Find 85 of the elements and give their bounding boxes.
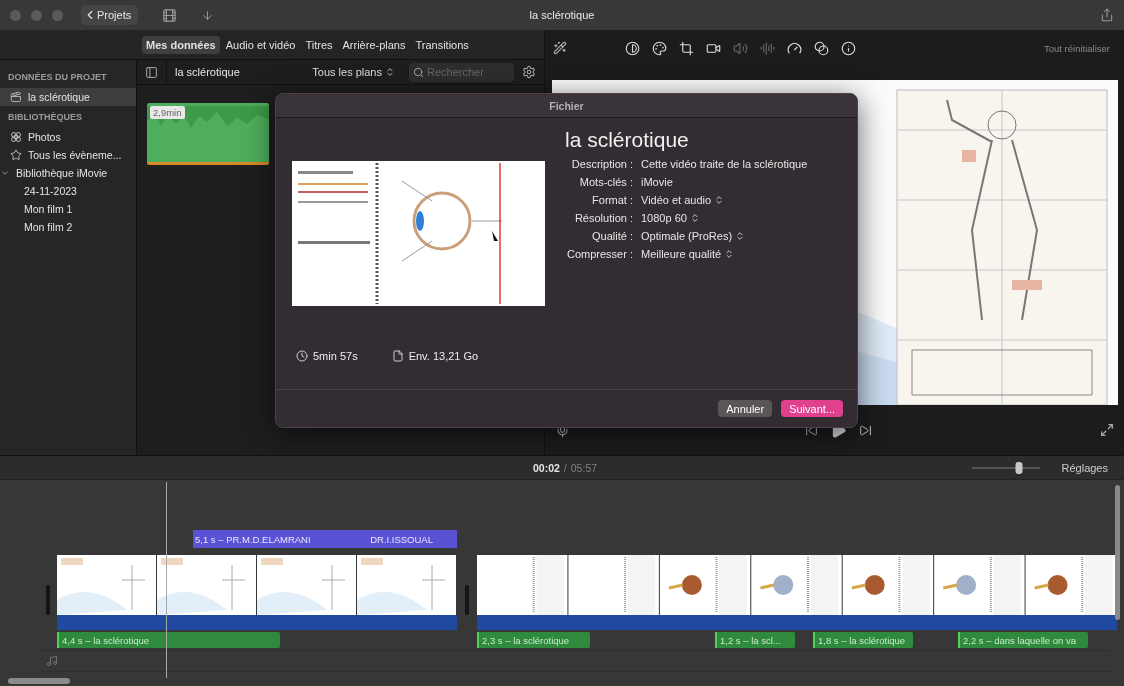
dialog-heading: la sclérotique <box>565 128 690 152</box>
info-icon[interactable] <box>841 40 856 56</box>
music-icon <box>46 655 58 667</box>
audio-clip[interactable]: 2,9min <box>147 103 269 165</box>
contrast-icon[interactable] <box>625 40 640 56</box>
media-tab[interactable]: Titres <box>301 35 337 54</box>
duration-text: 5min 57s <box>313 350 358 362</box>
audio-clip[interactable]: 2,2 s – dans laquelle on va <box>958 632 1088 648</box>
clip-handle[interactable] <box>46 585 50 615</box>
up-down-chevron-icon <box>714 195 725 205</box>
magic-wand-icon[interactable] <box>553 41 567 55</box>
next-button[interactable]: Suivant... <box>781 400 843 417</box>
title-clip[interactable]: 5,1 s – PR.M.D.ELAMRANI DR.I.ISSOUAL <box>193 530 457 548</box>
window-title: la sclérotique <box>529 9 595 21</box>
sidebar-item[interactable]: Photos <box>0 128 136 146</box>
slider-thumb[interactable] <box>1015 461 1023 474</box>
dialog-title: Fichier <box>276 94 857 118</box>
clock-icon <box>296 350 308 362</box>
equalizer-icon[interactable] <box>760 40 775 56</box>
back-button[interactable]: Projets <box>81 5 139 25</box>
clapperboard-icon <box>10 91 22 103</box>
filter-dropdown[interactable]: Tous les plans <box>306 65 401 79</box>
skip-forward-icon[interactable] <box>859 423 872 437</box>
field-label: Qualité : <box>592 230 633 242</box>
up-down-chevron-icon <box>385 67 395 77</box>
media-tab[interactable]: Audio et vidéo <box>221 35 300 54</box>
media-tab[interactable]: Mes données <box>142 35 220 54</box>
audio-clip[interactable]: 1,8 s – la sclérotique <box>813 632 913 648</box>
color-circles-icon[interactable] <box>814 40 829 56</box>
sidebar-item[interactable]: Mon film 1 <box>0 200 136 218</box>
sidebar-item[interactable]: Tous les évèneme... <box>0 146 136 164</box>
current-time: 00:02 <box>533 461 560 474</box>
section-heading: DONNÉES DU PROJET <box>7 71 108 84</box>
scrollbar[interactable] <box>1115 485 1120 620</box>
settings-icon[interactable] <box>522 65 536 79</box>
audio-clip[interactable]: 1,2 s – la scl... <box>715 632 795 648</box>
sidebar-item[interactable]: 24-11-2023 <box>0 182 136 200</box>
speedometer-icon[interactable] <box>787 40 802 56</box>
clip-handle[interactable] <box>465 585 469 615</box>
field-label: Description : <box>571 158 633 170</box>
up-down-chevron-icon <box>724 249 735 259</box>
duration-badge: 2,9min <box>150 106 185 119</box>
title-clip-label: DR.I.ISSOUAL <box>370 533 433 545</box>
fullscreen-icon[interactable] <box>1100 423 1114 437</box>
up-down-chevron-icon <box>689 213 700 223</box>
settings-button[interactable]: Réglages <box>1055 460 1114 475</box>
palette-icon[interactable] <box>652 40 667 56</box>
field-label: Compresser : <box>566 248 633 260</box>
share-icon[interactable] <box>1100 8 1114 22</box>
download-icon[interactable] <box>201 8 215 22</box>
chevron-down-icon[interactable] <box>0 168 10 178</box>
popup-menu[interactable]: Vidéo et audio <box>641 194 725 206</box>
field-label: Format : <box>592 194 633 206</box>
field-value: Cette vidéo traite de la sclérotique <box>641 158 809 170</box>
speaker-icon[interactable] <box>733 40 748 56</box>
star-icon <box>10 149 22 161</box>
field-label: Mots-clés : <box>579 176 633 188</box>
browser-title: la sclérotique <box>166 59 299 85</box>
cancel-button[interactable]: Annuler <box>718 400 773 417</box>
sidebar-item[interactable]: Mon film 2 <box>0 218 136 236</box>
file-icon <box>391 350 404 362</box>
audio-clip[interactable]: 2,3 s – la sclérotique <box>477 632 590 648</box>
popup-menu[interactable]: 1080p 60 <box>641 212 700 224</box>
audio-clip[interactable]: 4,4 s – la sclérotique <box>57 632 280 648</box>
field-value: iMovie <box>641 176 674 188</box>
file-size-text: Env. 13,21 Go <box>408 350 479 362</box>
popup-menu[interactable]: Optimale (ProRes) <box>641 230 746 242</box>
sidebar-item[interactable]: Bibliothèque iMovie <box>0 164 136 182</box>
sidebar-toggle-icon[interactable] <box>145 65 158 79</box>
flower-icon <box>10 131 22 143</box>
sidebar-item[interactable]: la sclérotique <box>0 88 136 106</box>
total-time: 05:57 <box>570 461 598 474</box>
scrollbar[interactable] <box>8 678 70 684</box>
search-icon <box>413 66 424 78</box>
popup-menu[interactable]: Meilleure qualité <box>641 248 735 260</box>
crop-icon[interactable] <box>679 40 694 56</box>
section-heading: BIBLIOTHÈQUES <box>7 111 83 124</box>
media-tab[interactable]: Transitions <box>411 35 473 54</box>
film-icon[interactable] <box>162 7 178 23</box>
field-label: Résolution : <box>574 212 633 224</box>
time-separator: / <box>563 461 567 474</box>
up-down-chevron-icon <box>735 231 746 241</box>
title-clip-label: 5,1 s – PR.M.D.ELAMRANI <box>195 533 311 545</box>
reset-button[interactable]: Tout réinitialiser <box>1038 41 1116 55</box>
media-tab[interactable]: Arrière-plans <box>338 35 410 54</box>
